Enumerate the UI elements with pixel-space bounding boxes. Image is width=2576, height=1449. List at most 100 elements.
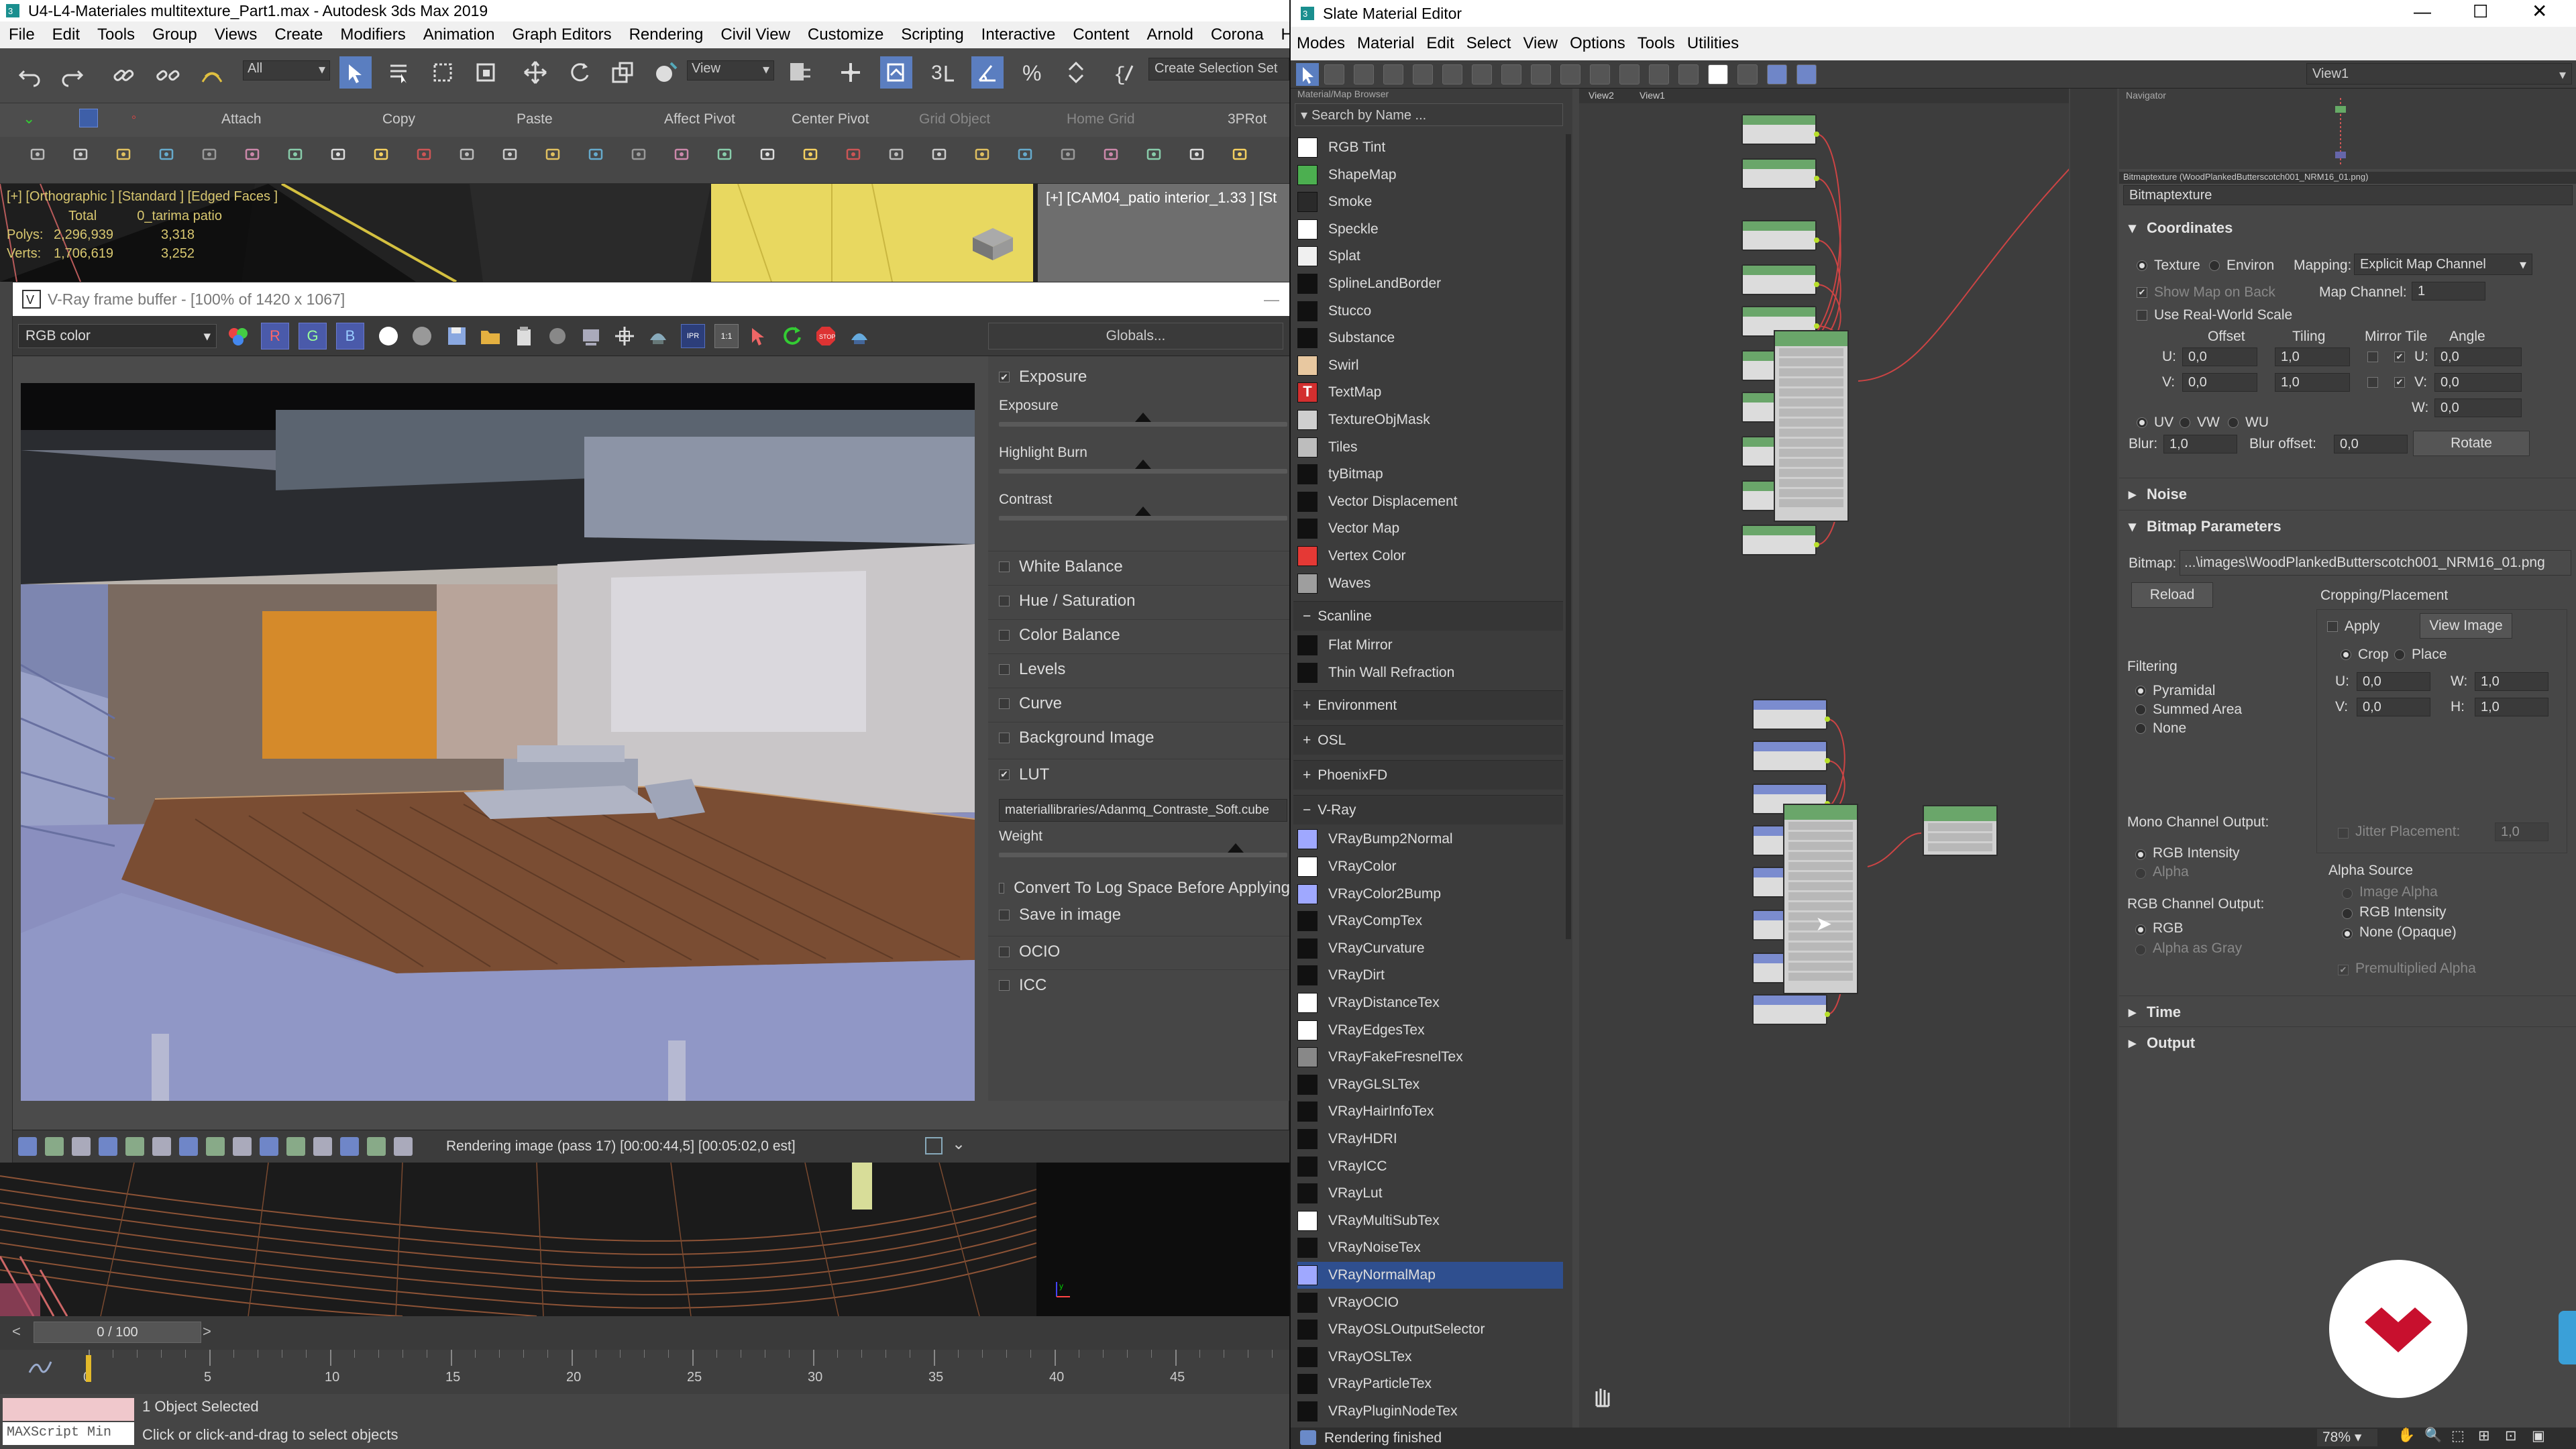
assign-material-icon[interactable] (1383, 64, 1403, 85)
menu-animation[interactable]: Animation (415, 25, 504, 44)
group-osl[interactable]: + OSL (1293, 725, 1563, 755)
rgb-intensity-radio[interactable] (2135, 849, 2146, 860)
group-scanline[interactable]: − Scanline (1293, 601, 1563, 631)
map-item-vrayglsltex[interactable]: VRayGLSLTex (1297, 1071, 1563, 1098)
multitexture-node-top[interactable] (1774, 330, 1849, 522)
node-output-socket[interactable] (1814, 176, 1819, 181)
menu-corona[interactable]: Corona (1202, 25, 1273, 44)
collapse-icon[interactable]: ⌄ (952, 1134, 965, 1154)
duplicate-to-mtl-icon[interactable] (547, 325, 568, 347)
weight-slider[interactable] (999, 843, 1287, 857)
viewport-camera[interactable]: [+] [CAM04_patio interior_1.33 ] [St (1036, 184, 1289, 282)
refresh-icon[interactable] (782, 325, 803, 347)
selection-filter-dropdown[interactable]: All ▾ (243, 60, 330, 80)
select-by-name-icon[interactable] (382, 56, 415, 89)
menu-rendering[interactable]: Rendering (621, 25, 712, 44)
link-icon[interactable] (107, 59, 140, 91)
monochrome-icon[interactable] (413, 327, 431, 345)
time-slider-thumb[interactable]: 0 / 100 (34, 1322, 201, 1343)
viewport-black[interactable]: y (1036, 1163, 1289, 1316)
navigator[interactable]: Navigator (2119, 89, 2576, 169)
snaps-toggle-icon[interactable]: 3 (928, 56, 961, 89)
blur-spinner[interactable]: 1,0 (2163, 435, 2237, 453)
ribbon-modeling-icon[interactable] (79, 109, 98, 127)
extrude-icon[interactable] (413, 144, 435, 165)
border-icon[interactable] (113, 144, 134, 165)
lay-out-all-icon[interactable] (1619, 64, 1640, 85)
contrast-slider-knob[interactable] (1135, 506, 1151, 516)
bitmap-node[interactable] (1752, 994, 1827, 1025)
map-name-field[interactable]: Bitmaptexture (2123, 185, 2573, 205)
bitmap-node[interactable] (1741, 525, 1817, 555)
ring-icon[interactable] (370, 144, 392, 165)
u-mirror-checkbox[interactable] (2367, 352, 2378, 362)
hide-icon[interactable] (1186, 144, 1208, 165)
shrink-icon[interactable] (284, 144, 306, 165)
layer-white-balance[interactable]: White Balance (988, 551, 1289, 582)
map-item-vector-displacement[interactable]: Vector Displacement (1297, 488, 1563, 515)
rotate-button[interactable]: Rotate (2413, 431, 2530, 456)
denoiser-icon[interactable] (394, 1137, 413, 1156)
curves-icon[interactable] (152, 1137, 171, 1156)
layer-checkbox[interactable] (999, 732, 1010, 743)
layer-curve[interactable]: Curve (988, 688, 1289, 718)
ribbon-copy-button[interactable]: Copy (382, 111, 415, 127)
group-v-ray[interactable]: − V-Ray (1293, 795, 1563, 825)
v-tiling-spinner[interactable]: 1,0 (2275, 373, 2350, 392)
u-tiling-spinner[interactable]: 1,0 (2275, 347, 2350, 366)
layer-checkbox[interactable] (999, 561, 1010, 572)
layer-color-balance[interactable]: Color Balance (988, 619, 1289, 650)
interactive-render-icon[interactable]: IPR (681, 324, 705, 348)
clear-image-icon[interactable] (513, 325, 535, 347)
create-selection-set-field[interactable]: Create Selection Set (1148, 58, 1289, 80)
group-environment[interactable]: + Environment (1293, 690, 1563, 720)
maximize-icon[interactable]: ☐ (2473, 1, 2488, 22)
save-in-image-row[interactable]: Save in image (988, 900, 1289, 930)
track-mouse-icon[interactable] (580, 325, 602, 347)
element-icon[interactable] (199, 144, 220, 165)
window-crossing-icon[interactable] (470, 56, 502, 89)
menu-options[interactable]: Options (1564, 34, 1631, 53)
delete-selected-icon[interactable] (1413, 64, 1433, 85)
highlight-burn-slider-knob[interactable] (1135, 460, 1151, 469)
icc-row[interactable]: ICC (988, 969, 1289, 1000)
menu-content[interactable]: Content (1064, 25, 1138, 44)
menu-tools[interactable]: Tools (1631, 34, 1681, 53)
levels-icon[interactable] (125, 1137, 144, 1156)
follow-mouse-icon[interactable] (748, 325, 769, 347)
render-map-icon[interactable] (1590, 64, 1610, 85)
menu-views[interactable]: Views (206, 25, 266, 44)
map-item-vraydirt[interactable]: VRayDirt (1297, 962, 1563, 989)
select-manipulate-icon[interactable] (835, 56, 867, 89)
bridge-icon[interactable] (628, 144, 649, 165)
group-phoenixfd[interactable]: + PhoenixFD (1293, 760, 1563, 790)
map-item-vraylut[interactable]: VRayLut (1297, 1180, 1563, 1207)
image-alpha-radio[interactable] (2342, 888, 2353, 899)
exposure-slider[interactable] (999, 413, 1287, 427)
browser-search-input[interactable]: ▾ Search by Name ... (1295, 103, 1563, 126)
lock-icon[interactable] (367, 1137, 386, 1156)
save-in-image-checkbox[interactable] (999, 910, 1010, 920)
map-item-flat-mirror[interactable]: Flat Mirror (1297, 632, 1563, 659)
blur-offset-spinner[interactable]: 0,0 (2334, 435, 2408, 453)
map-item-speckle[interactable]: Speckle (1297, 216, 1563, 243)
stop-render-icon[interactable]: STOP (815, 325, 837, 347)
select-tool-icon[interactable] (1296, 63, 1319, 86)
keyboard-shortcut-override-icon[interactable] (880, 56, 912, 89)
pick-material-icon[interactable] (1324, 64, 1344, 85)
crop-u-spinner[interactable]: 0,0 (2357, 672, 2430, 691)
multitexture-node-bottom[interactable] (1783, 804, 1858, 994)
layer-levels[interactable]: Levels (988, 653, 1289, 684)
bitmap-node[interactable] (1741, 220, 1817, 251)
v-angle-spinner[interactable]: 0,0 (2434, 373, 2522, 392)
undo-icon[interactable] (13, 59, 46, 91)
sidebar-icon[interactable] (206, 1137, 225, 1156)
channel-dropdown[interactable]: RGB color ▾ (18, 324, 217, 348)
menu-scripting[interactable]: Scripting (892, 25, 972, 44)
menu-tools[interactable]: Tools (89, 25, 144, 44)
time-slider[interactable]: < 0 / 100 > (0, 1316, 1289, 1350)
color-picker-icon[interactable] (226, 324, 250, 348)
edge-icon[interactable] (70, 144, 91, 165)
viewport-perspective[interactable] (0, 1163, 1036, 1316)
coordinates-rollout[interactable]: ▾ Coordinates (2119, 212, 2576, 244)
